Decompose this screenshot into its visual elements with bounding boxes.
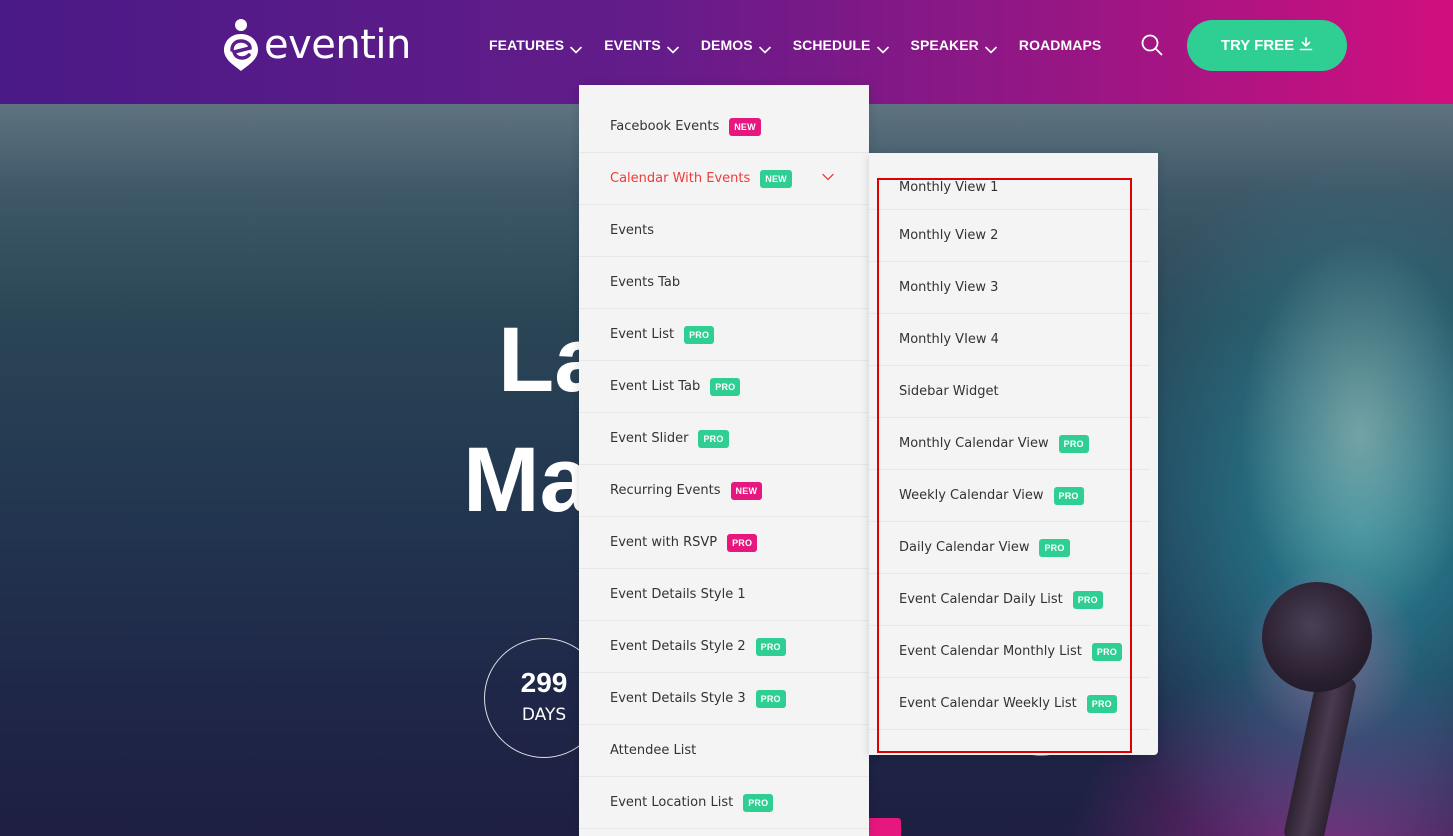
calendar-submenu-item[interactable]: Monthly View 3: [869, 262, 1150, 314]
chevron-down-icon: [985, 41, 997, 54]
calendar-submenu-item-label: Event Calendar Daily List: [899, 592, 1063, 607]
calendar-submenu-item[interactable]: Sidebar Widget: [869, 366, 1150, 418]
nav-item-label: SCHEDULE: [792, 37, 871, 53]
events-menu-item[interactable]: Events Tab: [579, 257, 869, 309]
nav-item-features[interactable]: FEATURES: [489, 37, 583, 54]
chevron-down-icon: [667, 41, 679, 54]
calendar-submenu-item[interactable]: Monthly View 2: [869, 210, 1150, 262]
calendar-with-events-submenu: Monthly View 1 Monthly View 2 Monthly View…: [869, 153, 1158, 755]
nav-item-label: DEMOS: [700, 37, 753, 53]
nav-item-label: FEATURES: [489, 37, 565, 53]
calendar-submenu-item[interactable]: Event Calendar Weekly List PRO: [869, 678, 1150, 730]
main-nav: FEATURES EVENTS DEMOS SCHEDULE SPEAKER ROADMA…: [489, 0, 1123, 90]
calendar-submenu-item-label: Weekly Calendar View: [899, 488, 1044, 503]
nav-item-schedule[interactable]: SCHEDULE: [792, 37, 889, 54]
calendar-submenu-item[interactable]: Monthly VIew 4: [869, 314, 1150, 366]
events-dropdown-menu: Facebook Events NEW Calendar With Events NE…: [579, 85, 869, 836]
badge-new: NEW: [729, 117, 761, 136]
events-menu-item-label: Event Slider: [610, 431, 689, 446]
calendar-submenu-item-label: Monthly View 2: [899, 228, 999, 243]
try-free-label: TRY FREE: [1220, 37, 1295, 54]
eventin-logo[interactable]: eventin: [222, 18, 411, 72]
nav-item-label: ROADMAPS: [1018, 37, 1102, 53]
calendar-submenu-item-label: Daily Calendar View: [899, 540, 1030, 555]
badge-pro: PRO: [698, 429, 729, 448]
events-menu-item[interactable]: Event Location List PRO: [579, 777, 869, 829]
badge-new: NEW: [760, 169, 792, 188]
badge-pro: PRO: [684, 325, 715, 344]
eventin-logo-icon: [222, 18, 260, 72]
badge-pro: PRO: [755, 637, 786, 656]
badge-new: NEW: [730, 481, 763, 500]
brand-name: eventin: [264, 22, 411, 68]
events-menu-item-label: Event with RSVP: [610, 535, 718, 550]
chevron-down-icon: [570, 41, 583, 54]
events-menu-item-label: Recurring Events: [610, 483, 721, 498]
calendar-submenu-item[interactable]: Daily Calendar View PRO: [869, 522, 1150, 574]
nav-item-roadmaps[interactable]: ROADMAPS: [1019, 37, 1101, 53]
search-icon[interactable]: [1140, 33, 1164, 57]
events-menu-item-label: Event Details Style 2: [610, 639, 746, 654]
calendar-submenu-item-label: Monthly Calendar View: [899, 436, 1049, 451]
badge-pro: PRO: [755, 689, 786, 708]
events-menu-item[interactable]: Event Details Style 3 PRO: [579, 673, 869, 725]
events-menu-item-label: Event Location List: [610, 795, 734, 810]
events-menu-item[interactable]: Event Details Style 1: [579, 569, 869, 621]
try-free-button[interactable]: TRY FREE: [1187, 20, 1347, 71]
calendar-submenu-item[interactable]: Monthly View 1: [869, 169, 1150, 210]
events-menu-item-label: Event List Tab: [610, 379, 701, 394]
hero-title-line-2: Ma: [463, 429, 591, 531]
badge-pro: PRO: [1091, 642, 1122, 661]
nav-item-label: EVENTS: [604, 37, 661, 53]
events-menu-item-label: Attendee List: [610, 743, 697, 758]
nav-item-label: SPEAKER: [910, 37, 979, 53]
events-menu-item[interactable]: Event List PRO: [579, 309, 869, 361]
nav-item-events[interactable]: EVENTS: [604, 37, 679, 54]
calendar-submenu-item-label: Sidebar Widget: [899, 384, 999, 399]
calendar-submenu-item[interactable]: Weekly Calendar View PRO: [869, 470, 1150, 522]
badge-pro: PRO: [1058, 434, 1089, 453]
events-menu-item[interactable]: Event with RSVP PRO: [579, 517, 869, 569]
calendar-submenu-item-label: Monthly VIew 4: [899, 332, 999, 347]
badge-pro: PRO: [710, 377, 741, 396]
chevron-down-icon: [822, 170, 834, 185]
download-icon: [1294, 36, 1313, 55]
events-menu-item[interactable]: Event List Tab PRO: [579, 361, 869, 413]
events-menu-item[interactable]: Events: [579, 205, 869, 257]
badge-pro: PRO: [1086, 694, 1117, 713]
badge-pro: PRO: [1072, 590, 1103, 609]
calendar-submenu-item-label: Monthly View 3: [899, 280, 999, 295]
events-menu-item-label: Facebook Events: [610, 119, 720, 134]
badge-pro: PRO: [1039, 538, 1070, 557]
calendar-submenu-item-label: Event Calendar Monthly List: [899, 644, 1082, 659]
events-menu-item-label: Events Tab: [610, 275, 681, 290]
events-menu-item-label: Calendar With Events: [610, 171, 751, 186]
chevron-down-icon: [876, 41, 889, 54]
microphone-icon: [1262, 582, 1372, 692]
calendar-submenu-item[interactable]: Monthly Calendar View PRO: [869, 418, 1150, 470]
badge-pro: PRO: [727, 533, 758, 552]
events-menu-item-label: Event List: [610, 327, 675, 342]
events-menu-item[interactable]: Event Details Style 2 PRO: [579, 621, 869, 673]
nav-item-speaker[interactable]: SPEAKER: [910, 37, 997, 54]
badge-pro: PRO: [1053, 486, 1084, 505]
events-menu-item[interactable]: Recurring Events NEW: [579, 465, 869, 517]
events-menu-item[interactable]: Calendar With Events NEW: [579, 153, 869, 205]
nav-item-demos[interactable]: DEMOS: [700, 37, 771, 54]
calendar-submenu-item[interactable]: Event Calendar Monthly List PRO: [869, 626, 1150, 678]
calendar-submenu-item[interactable]: Event Calendar Daily List PRO: [869, 574, 1150, 626]
events-menu-item-label: Events: [610, 223, 655, 238]
events-menu-item[interactable]: Event Slider PRO: [579, 413, 869, 465]
badge-pro: PRO: [743, 793, 774, 812]
calendar-submenu-item-label: Monthly View 1: [899, 180, 999, 195]
events-menu-item-label: Event Details Style 1: [610, 587, 746, 602]
calendar-submenu-item-label: Event Calendar Weekly List: [899, 696, 1077, 711]
events-menu-item-label: Event Details Style 3: [610, 691, 746, 706]
events-menu-item[interactable]: Facebook Events NEW: [579, 101, 869, 153]
chevron-down-icon: [758, 41, 771, 54]
events-menu-item[interactable]: Attendee List: [579, 725, 869, 777]
